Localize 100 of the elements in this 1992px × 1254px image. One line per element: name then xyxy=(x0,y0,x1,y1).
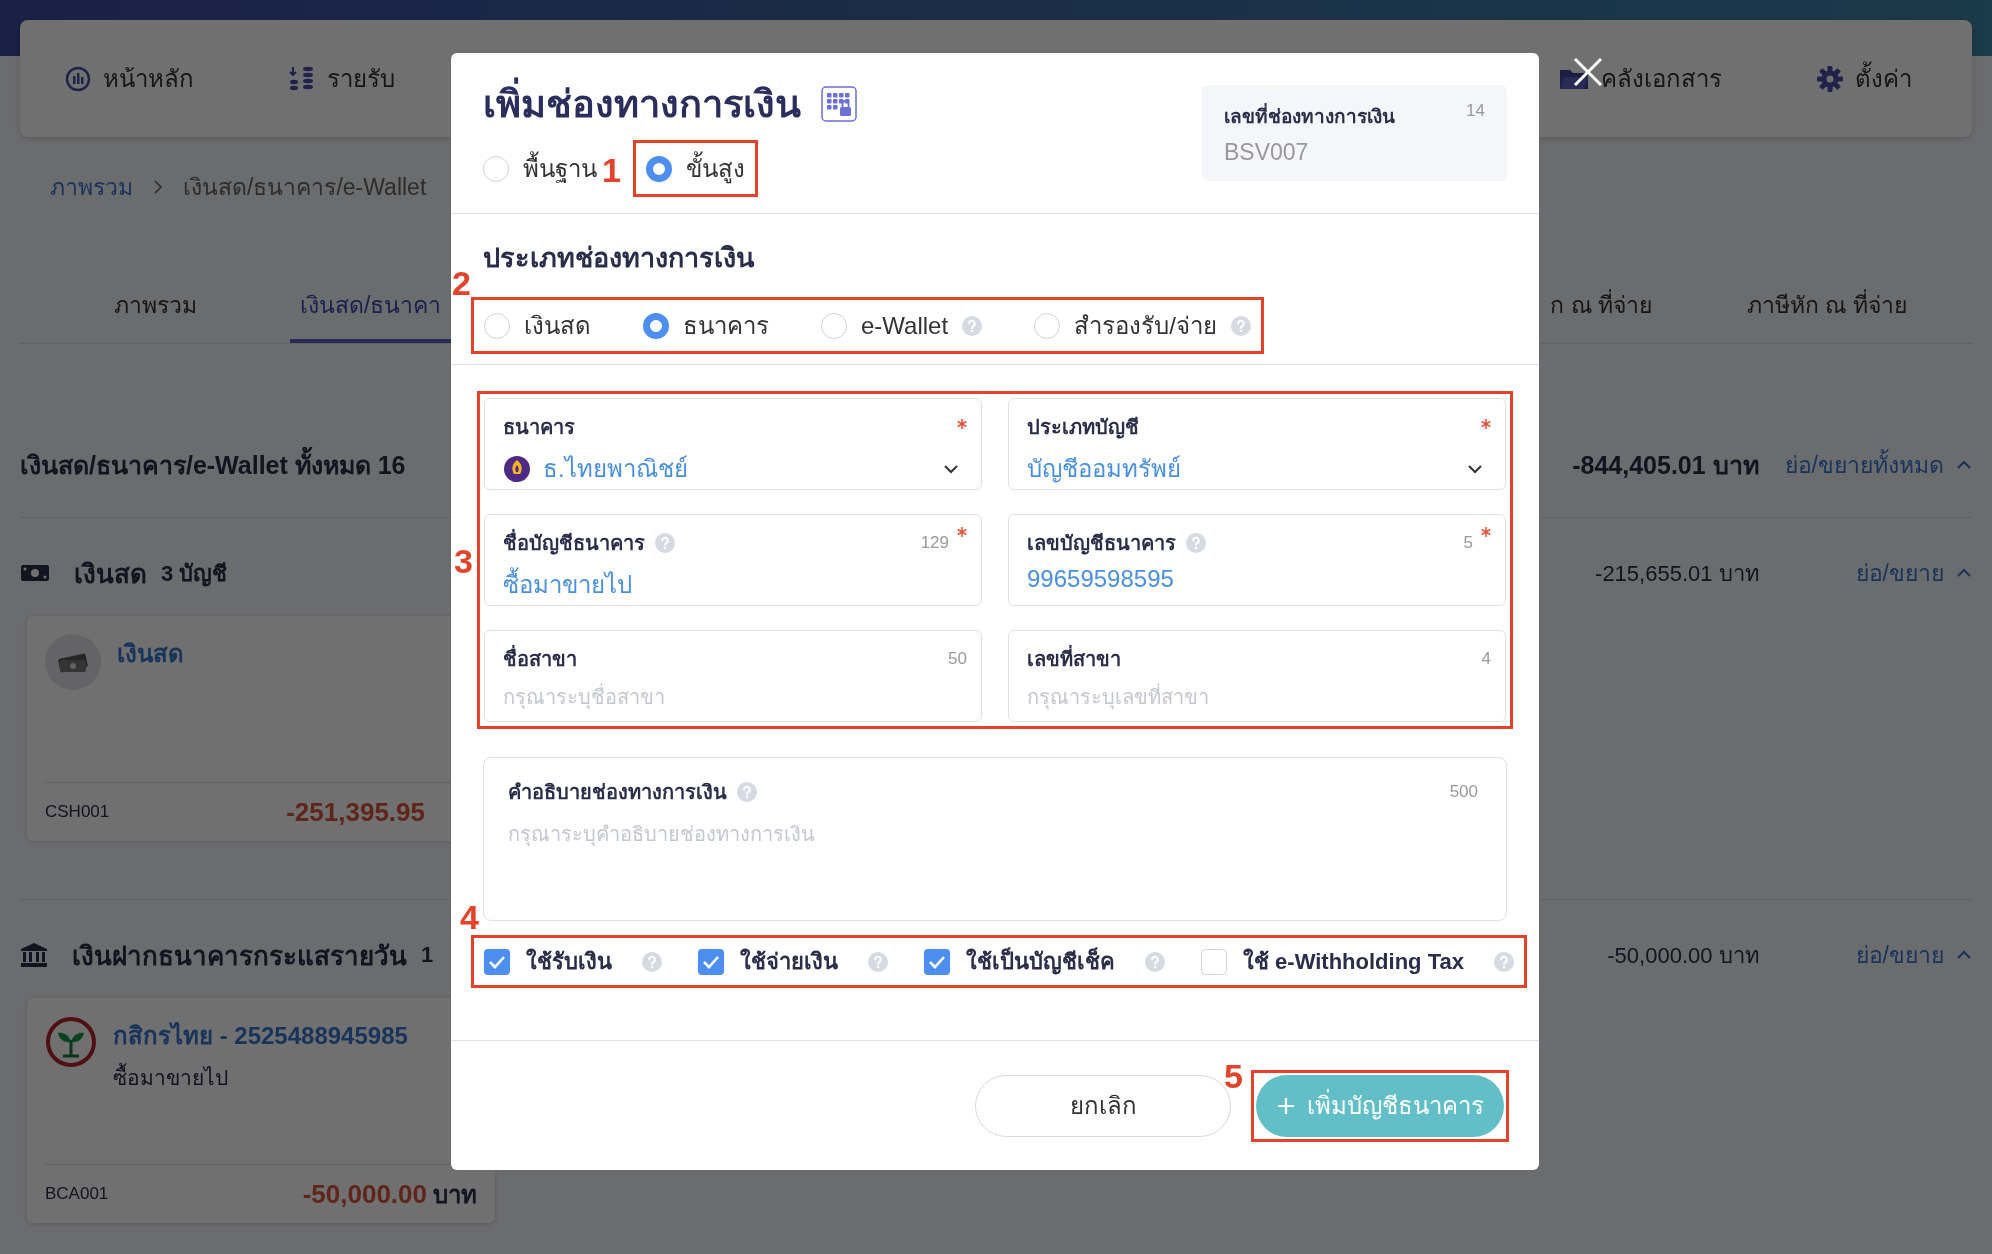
required-icon xyxy=(957,419,967,429)
required-icon xyxy=(1481,419,1491,429)
checkbox-checked-icon[interactable] xyxy=(924,948,950,975)
placeholder: กรุณาระบุคำอธิบายช่องทางการเงิน xyxy=(508,822,816,849)
field-label: เลขบัญชีธนาคาร xyxy=(1027,531,1176,557)
account-subtitle: ซื้อมาขายไป xyxy=(113,1061,408,1094)
banknote-icon xyxy=(20,562,50,584)
account-balance: -251,395.95 xyxy=(286,796,425,828)
chevron-down-icon xyxy=(943,463,959,474)
account-balance: -50,000.00 xyxy=(302,1178,427,1210)
group-total: -215,655.01 บาท xyxy=(1595,559,1760,588)
field-label: ประเภทบัญชี xyxy=(1027,415,1139,441)
account-code: CSH001 xyxy=(45,802,110,822)
help-icon xyxy=(1186,533,1206,553)
input-field[interactable]: เลขที่สาขา 4 กรุณาระบุเลขที่สาขา xyxy=(1008,630,1506,722)
placeholder: กรุณาระบุเลขที่สาขา xyxy=(1027,681,1209,713)
character-count: 14 xyxy=(1466,101,1485,122)
field-label: คำอธิบายช่องทางการเงิน xyxy=(508,780,727,805)
input-field[interactable]: ชื่อบัญชีธนาคาร 129 ซื้อมาขายไป xyxy=(484,514,982,606)
field-label: ธนาคาร xyxy=(503,415,575,440)
chevron-up-icon xyxy=(1956,950,1972,960)
chevron-up-icon xyxy=(1956,568,1972,578)
checkbox-icon[interactable] xyxy=(1201,948,1227,975)
group-title: เงินฝากธนาคารกระแสรายวัน xyxy=(72,939,407,973)
chart-icon xyxy=(65,65,91,92)
help-icon xyxy=(962,315,983,336)
dropdown[interactable]: ธนาคาร ธ.ไทยพาณิชย์ xyxy=(484,398,982,490)
settings-icon xyxy=(1817,65,1843,92)
radio-option[interactable]: สำรองรับ/จ่าย xyxy=(1034,306,1251,345)
group-title: เงินสด xyxy=(74,557,147,591)
field-label: เลขที่สาขา xyxy=(1027,643,1121,675)
field-label: ชื่อบัญชีธนาคาร xyxy=(503,527,645,559)
field-value: ธ.ไทยพาณิชย์ xyxy=(543,454,689,484)
checkbox-option[interactable]: ใช้เป็นบัญชีเช็ค xyxy=(924,944,1165,979)
help-icon xyxy=(1493,951,1514,972)
account-code: BCA001 xyxy=(45,1184,109,1204)
bank-icon xyxy=(20,942,48,968)
section-title: เงินสด/ธนาคาร/e-Wallet ทั้งหมด 16 xyxy=(20,445,406,485)
coins-icon xyxy=(289,64,315,93)
field-value: ซื้อมาขายไป xyxy=(503,565,967,604)
currency-unit: บาท xyxy=(433,1179,477,1210)
account-name: เงินสด xyxy=(117,639,184,669)
required-icon xyxy=(957,527,967,537)
help-icon xyxy=(868,951,888,972)
leaf-logo-icon xyxy=(45,1016,97,1068)
nav-item[interactable]: ตั้งค่า xyxy=(1817,59,1912,98)
checkbox-checked-icon[interactable] xyxy=(484,948,510,975)
field-label: เลขที่ช่องทางการเงิน xyxy=(1224,101,1395,131)
dropdown[interactable]: ประเภทบัญชี บัญชีออมทรัพย์ xyxy=(1008,398,1506,490)
close-icon[interactable] xyxy=(1572,56,1604,88)
section-heading: ประเภทช่องทางการเงิน xyxy=(483,242,756,275)
breadcrumb-current: เงินสด/ธนาคาร/e-Wallet xyxy=(183,173,427,202)
checkbox-checked-icon[interactable] xyxy=(698,948,724,975)
help-icon xyxy=(1145,951,1165,972)
account-name: กสิกรไทย - 2525488945985 xyxy=(113,1021,408,1051)
help-icon xyxy=(737,782,757,802)
character-count: 50 xyxy=(948,649,967,669)
checkbox-option[interactable]: ใช้รับเงิน xyxy=(484,944,662,979)
help-icon xyxy=(1230,315,1251,336)
nav-item[interactable]: รายรับ xyxy=(289,59,395,98)
input-field[interactable]: ชื่อสาขา 50 กรุณาระบุชื่อสาขา xyxy=(484,630,982,722)
input-field[interactable]: เลขบัญชีธนาคาร 5 99659598595 xyxy=(1008,514,1506,606)
radio-option[interactable]: พื้นฐาน xyxy=(483,149,597,188)
chevron-up-icon xyxy=(1956,460,1972,470)
help-icon xyxy=(642,951,662,972)
chevron-right-icon xyxy=(153,179,163,195)
field-value: บัญชีออมทรัพย์ xyxy=(1027,454,1182,485)
dialog-title: เพิ่มช่องทางการเงิน xyxy=(483,73,801,134)
chevron-down-icon xyxy=(1467,463,1483,474)
character-count: 4 xyxy=(1481,649,1491,669)
bank-logo-icon xyxy=(503,454,531,483)
money-icon xyxy=(45,634,101,690)
field-label: ชื่อสาขา xyxy=(503,643,577,675)
document-number-field[interactable]: เลขที่ช่องทางการเงิน 14 BSV007 xyxy=(1202,85,1507,181)
character-count: 500 xyxy=(1449,782,1478,802)
radio-option[interactable]: ขั้นสูง xyxy=(646,149,745,188)
group-total: -50,000.00 บาท xyxy=(1607,941,1760,970)
field-value: 99659598595 xyxy=(1027,565,1175,593)
radio-option[interactable]: e-Wallet xyxy=(821,311,983,340)
annotation-number: 4 xyxy=(460,900,479,934)
help-icon xyxy=(655,533,675,553)
text-area[interactable]: คำอธิบายช่องทางการเงิน 500 กรุณาระบุคำอธิบายช่องทางการเงิน xyxy=(483,757,1507,921)
nav-item[interactable]: หน้าหลัก xyxy=(65,59,194,98)
account-count: 3 บัญชี xyxy=(161,559,228,589)
field-value: BSV007 xyxy=(1224,139,1310,166)
total-amount: -844,405.01 บาท xyxy=(1572,450,1759,481)
character-count: 5 xyxy=(1463,533,1473,553)
checkbox-option[interactable]: ใช้ e-Withholding Tax xyxy=(1201,944,1514,979)
placeholder: กรุณาระบุชื่อสาขา xyxy=(503,681,665,713)
grid-lock-icon[interactable] xyxy=(821,85,857,122)
required-icon xyxy=(1481,527,1491,537)
annotation-number: 3 xyxy=(454,544,473,578)
annotation-number: 1 xyxy=(602,153,621,187)
plus-icon xyxy=(1276,1096,1295,1115)
nav-item[interactable]: คลังเอกสาร xyxy=(1559,59,1722,98)
account-card[interactable]: กสิกรไทย - 2525488945985 ซื้อมาขายไป BCA001 -50,000.00 บาท xyxy=(27,998,495,1223)
radio-option[interactable]: ธนาคาร xyxy=(643,306,769,345)
checkbox-option[interactable]: ใช้จ่ายเงิน xyxy=(698,944,888,979)
account-count: 1 xyxy=(421,942,434,968)
character-count: 129 xyxy=(920,533,949,553)
